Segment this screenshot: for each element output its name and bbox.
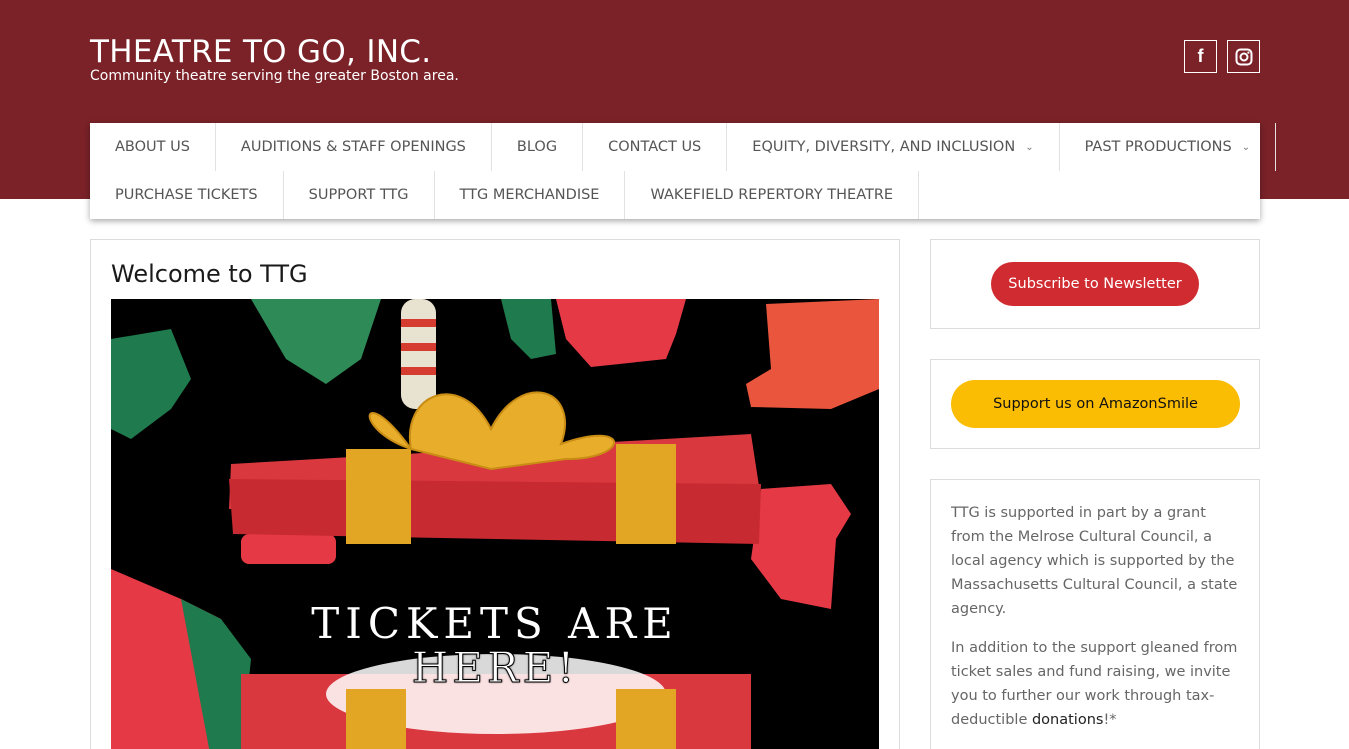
- nav-item-wakefield-repertory[interactable]: WAKEFIELD REPERTORY THEATRE: [625, 171, 920, 219]
- chevron-down-icon: ⌄: [1025, 141, 1034, 153]
- nav-label: AUDITIONS & STAFF OPENINGS: [240, 139, 466, 155]
- main-navigation: ABOUT US AUDITIONS & STAFF OPENINGS BLOG…: [90, 123, 1277, 219]
- nav-label: BLOG: [516, 139, 558, 155]
- facebook-link[interactable]: f: [1184, 40, 1217, 73]
- nav-item-contact-us[interactable]: CONTACT US: [583, 123, 728, 171]
- amazon-widget: Support us on AmazonSmile: [930, 359, 1260, 449]
- support-text-tail: !*: [1103, 712, 1117, 728]
- nav-label: PAST PRODUCTIONS: [1084, 139, 1232, 155]
- hero-subheadline: HERE!: [411, 643, 579, 693]
- instagram-icon: [1235, 48, 1252, 65]
- subscribe-newsletter-button[interactable]: Subscribe to Newsletter: [991, 262, 1199, 306]
- donations-link[interactable]: donations: [1032, 712, 1103, 728]
- sweater-shape: [111, 329, 191, 439]
- gift-lid-front: [229, 479, 761, 544]
- gift-ribbon: [346, 689, 406, 749]
- mitten-shape: [241, 534, 336, 564]
- nav-label: TTG MERCHANDISE: [459, 187, 600, 203]
- nav-row: PURCHASE TICKETS SUPPORT TTG TTG MERCHAN…: [90, 171, 920, 219]
- grant-text: TTG is supported in part by a grant from…: [951, 505, 1238, 617]
- nav-label: CONTACT US: [608, 139, 702, 155]
- nav-label: PURCHASE TICKETS: [115, 187, 258, 203]
- main-content: Welcome to TTG TICKETS ARE HERE!: [90, 239, 900, 749]
- sweater-shape: [556, 299, 686, 367]
- nav-label: EQUITY, DIVERSITY, AND INCLUSION: [752, 139, 1016, 155]
- hero-headline: TICKETS ARE: [311, 599, 679, 648]
- sweater-shape: [746, 299, 879, 409]
- page-title: Welcome to TTG: [111, 260, 308, 288]
- sock-shape: [401, 299, 436, 409]
- chevron-down-icon: ⌄: [1241, 141, 1251, 153]
- gift-ribbon: [616, 689, 676, 749]
- sweater-shape: [501, 299, 556, 359]
- amazon-smile-button[interactable]: Support us on AmazonSmile: [951, 380, 1240, 428]
- sock-stripe: [401, 367, 436, 375]
- newsletter-widget: Subscribe to Newsletter: [930, 239, 1260, 329]
- gift-ribbon: [346, 449, 411, 544]
- sock-stripe: [401, 319, 436, 327]
- nav-row: ABOUT US AUDITIONS & STAFF OPENINGS BLOG…: [90, 123, 1277, 171]
- nav-item-blog[interactable]: BLOG: [492, 123, 584, 171]
- nav-item-about-us[interactable]: ABOUT US: [90, 123, 216, 171]
- sweater-shape: [751, 484, 851, 609]
- nav-item-equity[interactable]: EQUITY, DIVERSITY, AND INCLUSION ⌄: [727, 123, 1060, 171]
- instagram-link[interactable]: [1227, 40, 1260, 73]
- nav-label: WAKEFIELD REPERTORY THEATRE: [650, 187, 894, 203]
- hero-image: TICKETS ARE HERE!: [111, 299, 879, 749]
- gift-ribbon: [616, 444, 676, 544]
- site-tagline: Community theatre serving the greater Bo…: [90, 68, 459, 84]
- nav-item-purchase-tickets[interactable]: PURCHASE TICKETS: [90, 171, 284, 219]
- nav-item-ttg-merchandise[interactable]: TTG MERCHANDISE: [435, 171, 626, 219]
- nav-item-auditions[interactable]: AUDITIONS & STAFF OPENINGS: [216, 123, 492, 171]
- sock-stripe: [401, 343, 436, 351]
- nav-item-past-productions[interactable]: PAST PRODUCTIONS ⌄: [1060, 123, 1277, 171]
- nav-label: ABOUT US: [115, 139, 190, 155]
- site-title[interactable]: THEATRE TO GO, INC.: [90, 34, 431, 70]
- sweater-shape: [251, 299, 381, 384]
- facebook-icon: f: [1197, 46, 1204, 66]
- support-text: In addition to the support gleaned from …: [951, 636, 1241, 732]
- nav-item-support-ttg[interactable]: SUPPORT TTG: [284, 171, 435, 219]
- nav-label: SUPPORT TTG: [308, 187, 409, 203]
- support-widget: TTG is supported in part by a grant from…: [930, 479, 1260, 749]
